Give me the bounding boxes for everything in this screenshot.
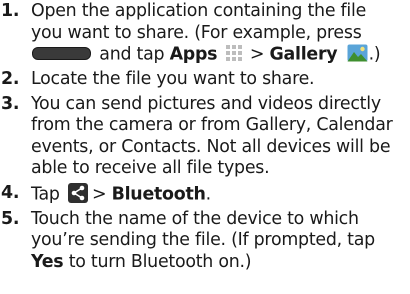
step-5-line-1: Touch the name of the device to which (31, 208, 359, 229)
tap-text: Tap (31, 184, 60, 204)
home-button-icon (32, 47, 91, 60)
step-number: 1. (1, 1, 20, 21)
gallery-label: Gallery (269, 44, 338, 65)
step-1-line-3: and tap Apps > Gallery .) (31, 44, 410, 66)
yes-label: Yes (31, 251, 64, 272)
bluetooth-label: Bluetooth (111, 184, 206, 204)
step-number: 3. (1, 93, 20, 114)
step-4-line: Tap > Bluetooth. (31, 182, 410, 206)
step-number: 2. (1, 69, 20, 89)
step-5: 5. Touch the name of the device to which… (0, 209, 410, 274)
apps-grid-icon (225, 45, 242, 61)
step-1-line-2: you want to share. (For example, press (31, 22, 362, 43)
step-4: 4. Tap > Bluetooth. (0, 182, 410, 206)
step-2: 2. Locate the file you want to share. (0, 69, 410, 91)
step-number: 5. (1, 208, 20, 229)
step-5-line-3: Yes to turn Bluetooth on.) (31, 252, 410, 274)
step-3: 3. You can send pictures and videos dire… (0, 94, 410, 180)
greater-than-1: > (249, 44, 265, 65)
and-tap-text: and tap (99, 44, 165, 65)
step-number: 4. (1, 182, 20, 203)
greater-than: > (91, 184, 107, 204)
instructions-page: 1. Open the application containing the f… (0, 0, 410, 294)
gallery-icon (347, 44, 368, 62)
step-5-line-3-rest: to turn Bluetooth on.) (68, 251, 252, 272)
step-3-line-4: able to receive all file types. (31, 158, 270, 178)
period: . (205, 184, 212, 204)
step-1-line-1: Open the application containing the file (31, 1, 367, 21)
step-5-line-2: you’re sending the file. (If prompted, t… (31, 230, 375, 250)
step-3-line-1: You can send pictures and videos directl… (31, 93, 381, 114)
step-1: 1. Open the application containing the f… (0, 1, 410, 66)
step-2-text: Locate the file you want to share. (31, 69, 315, 89)
step-3-line-3: events, or Contacts. Not all devices wil… (31, 136, 391, 157)
apps-label: Apps (169, 44, 218, 65)
close-paren: .) (368, 44, 381, 65)
share-icon (67, 182, 88, 203)
step-3-line-2: from the camera or from Gallery, Calenda… (31, 115, 393, 135)
